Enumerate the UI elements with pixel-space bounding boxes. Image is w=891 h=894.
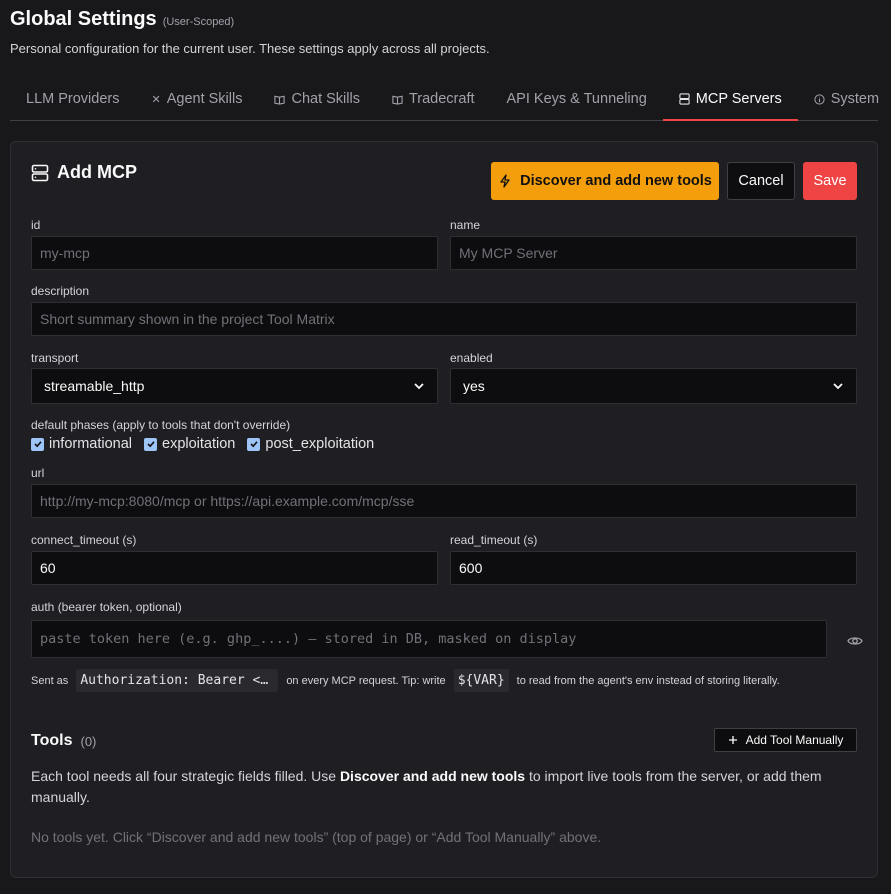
discover-label: Discover and add new tools xyxy=(520,173,712,189)
auth-token-input[interactable]: paste token here (e.g. ghp_....) — store… xyxy=(31,620,827,658)
tab-mcp-servers[interactable]: MCP Servers xyxy=(662,78,798,121)
transport-value: streamable_http xyxy=(44,378,145,394)
chevron-down-icon xyxy=(833,383,843,390)
form-actions: Discover and add new tools Cancel Save xyxy=(491,162,857,200)
add-tool-label: Add Tool Manually xyxy=(745,733,844,747)
hint-middle: on every MCP request. Tip: write xyxy=(286,674,446,687)
url-label: url xyxy=(31,466,45,480)
tools-header: Tools (0) xyxy=(31,732,96,750)
add-tool-manually-button[interactable]: Add Tool Manually xyxy=(714,728,857,752)
name-input[interactable]: My MCP Server xyxy=(450,236,857,270)
checkbox[interactable] xyxy=(144,437,158,451)
tab-label: System xyxy=(830,91,880,107)
server-icon xyxy=(679,92,690,105)
tab-label: Tradecraft xyxy=(408,91,475,107)
tab-chat-skills[interactable]: Chat Skills xyxy=(258,78,376,120)
auth-hint: Sent as Authorization: Bearer <token> on… xyxy=(31,669,780,692)
panel-header: Add MCP xyxy=(31,162,137,183)
phase-informational[interactable]: informational xyxy=(31,436,132,452)
tools-desc-pre: Each tool needs all four strategic field… xyxy=(31,768,340,784)
auth-label: auth (bearer token, optional) xyxy=(31,600,182,614)
book-icon xyxy=(392,95,403,105)
tab-label: MCP Servers xyxy=(695,90,782,107)
connect-timeout-input[interactable]: 60 xyxy=(31,551,438,585)
tab-tradecraft[interactable]: Tradecraft xyxy=(376,78,491,120)
plus-icon xyxy=(728,736,737,744)
tools-description: Each tool needs all four strategic field… xyxy=(31,766,851,808)
phase-label: exploitation xyxy=(162,436,236,452)
id-label: id xyxy=(31,218,41,232)
cancel-button[interactable]: Cancel xyxy=(727,162,795,200)
save-button[interactable]: Save xyxy=(803,162,857,200)
page-header: Global Settings (User-Scoped) Personal c… xyxy=(10,8,490,56)
server-icon xyxy=(31,164,49,181)
tab-label: LLM Providers xyxy=(26,91,120,107)
phase-exploitation[interactable]: exploitation xyxy=(144,436,235,452)
id-input[interactable]: my-mcp xyxy=(31,236,438,270)
tab-agent-skills[interactable]: ✕ Agent Skills xyxy=(135,78,258,120)
checkbox[interactable] xyxy=(247,437,261,451)
scope-label: (User-Scoped) xyxy=(162,16,235,28)
env-var-code: ${VAR} xyxy=(453,669,509,692)
auth-header-code: Authorization: Bearer <token> xyxy=(76,669,279,692)
tab-llm-providers[interactable]: LLM Providers xyxy=(10,78,135,120)
checkbox[interactable] xyxy=(31,437,44,451)
url-input[interactable]: http://my-mcp:8080/mcp or https://api.ex… xyxy=(31,484,857,518)
tab-label: Agent Skills xyxy=(166,91,243,107)
phases-group: informational exploitation post_exploita… xyxy=(31,436,374,452)
page-subtitle: Personal configuration for the current u… xyxy=(10,41,490,56)
book-icon xyxy=(274,95,286,105)
tools-empty-message: No tools yet. Click “Discover and add ne… xyxy=(31,829,602,845)
enabled-value: yes xyxy=(463,378,485,394)
phase-label: informational xyxy=(49,436,133,452)
eye-icon[interactable] xyxy=(847,633,863,649)
tools-title: Tools xyxy=(31,732,73,749)
transport-label: transport xyxy=(31,351,79,365)
read-timeout-label: read_timeout (s) xyxy=(450,533,538,547)
enabled-label: enabled xyxy=(450,351,493,365)
hint-suffix: to read from the agent's env instead of … xyxy=(516,674,780,687)
info-icon xyxy=(814,93,825,105)
tab-label: Chat Skills xyxy=(291,91,360,107)
name-label: name xyxy=(450,218,481,232)
phase-label: post_exploitation xyxy=(265,436,375,452)
add-mcp-panel: Add MCP Discover and add new tools Cance… xyxy=(10,141,878,878)
phase-post-exploitation[interactable]: post_exploitation xyxy=(247,436,374,452)
crossed-tools-icon: ✕ xyxy=(151,93,161,106)
transport-select[interactable]: streamable_http xyxy=(31,368,438,404)
page-title: Global Settings xyxy=(10,8,157,30)
discover-tools-button[interactable]: Discover and add new tools xyxy=(491,162,719,200)
tab-label: API Keys & Tunneling xyxy=(506,91,647,107)
description-label: description xyxy=(31,284,90,298)
read-timeout-input[interactable]: 600 xyxy=(450,551,857,585)
description-input[interactable]: Short summary shown in the project Tool … xyxy=(31,302,857,336)
phases-label: default phases (apply to tools that don'… xyxy=(31,418,291,432)
connect-timeout-label: connect_timeout (s) xyxy=(31,533,137,547)
lightning-icon xyxy=(500,174,510,188)
enabled-select[interactable]: yes xyxy=(450,368,857,404)
tools-count: (0) xyxy=(80,733,97,749)
settings-tabs: LLM Providers ✕ Agent Skills Chat Skills… xyxy=(10,78,879,121)
tools-desc-bold: Discover and add new tools xyxy=(339,768,526,784)
tab-system[interactable]: System xyxy=(798,78,891,120)
tab-api-keys[interactable]: API Keys & Tunneling xyxy=(491,78,663,120)
hint-prefix: Sent as xyxy=(31,674,69,687)
panel-title: Add MCP xyxy=(57,162,137,182)
chevron-down-icon xyxy=(414,383,424,390)
